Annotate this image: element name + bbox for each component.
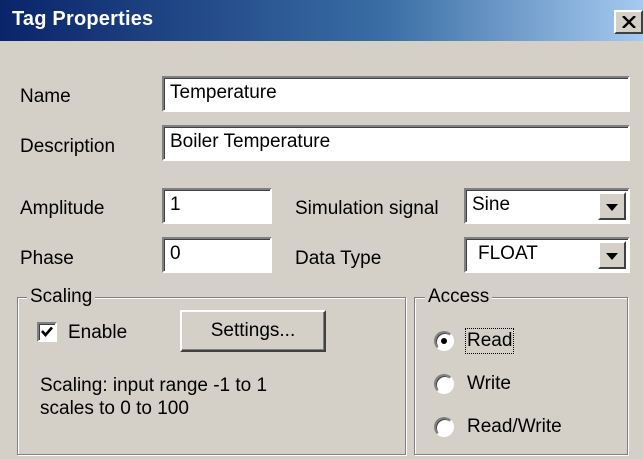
simulation-signal-dropdown-button[interactable] [598,192,626,220]
access-read-write-label[interactable]: Read/Write [467,416,562,438]
description-value: Boiler Temperature [170,131,331,152]
close-icon [621,16,636,28]
settings-button[interactable]: Settings... [180,310,326,352]
data-type-label: Data Type [295,248,382,269]
description-field[interactable]: Boiler Temperature [162,125,630,161]
scaling-info-line1: Scaling: input range -1 to 1 [40,375,268,396]
scaling-info-line2: scales to 0 to 100 [40,398,189,419]
data-type-dropdown-button[interactable] [598,241,626,269]
description-label: Description [20,136,116,157]
simulation-signal-value: Sine [472,194,511,215]
enable-checkbox[interactable] [37,322,57,342]
chevron-down-icon [606,195,618,217]
access-read-write-radio[interactable] [434,417,454,437]
close-button[interactable] [614,10,643,34]
access-read-label[interactable]: Read [464,328,515,354]
data-type-value: FLOAT [478,243,538,264]
phase-label: Phase [20,248,74,269]
scaling-legend: Scaling [27,286,96,308]
simulation-signal-select[interactable]: Sine [464,188,630,224]
settings-button-label: Settings... [210,320,296,341]
title-bar: Tag Properties [0,0,643,41]
amplitude-label: Amplitude [20,198,105,219]
access-legend: Access [425,286,493,308]
chevron-down-icon [606,244,618,266]
enable-label[interactable]: Enable [68,322,127,344]
name-field[interactable]: Temperature [162,76,630,112]
radio-selected-dot [441,338,447,344]
amplitude-value: 1 [170,194,181,215]
access-write-label[interactable]: Write [467,373,511,395]
simulation-signal-label: Simulation signal [295,198,439,219]
phase-field[interactable]: 0 [162,237,272,273]
access-read-radio[interactable] [434,331,454,351]
name-label: Name [20,86,71,107]
amplitude-field[interactable]: 1 [162,188,272,224]
name-value: Temperature [170,82,277,103]
window-title: Tag Properties [12,8,154,30]
phase-value: 0 [170,243,181,264]
access-write-radio[interactable] [434,374,454,394]
data-type-select[interactable]: FLOAT [464,237,630,273]
